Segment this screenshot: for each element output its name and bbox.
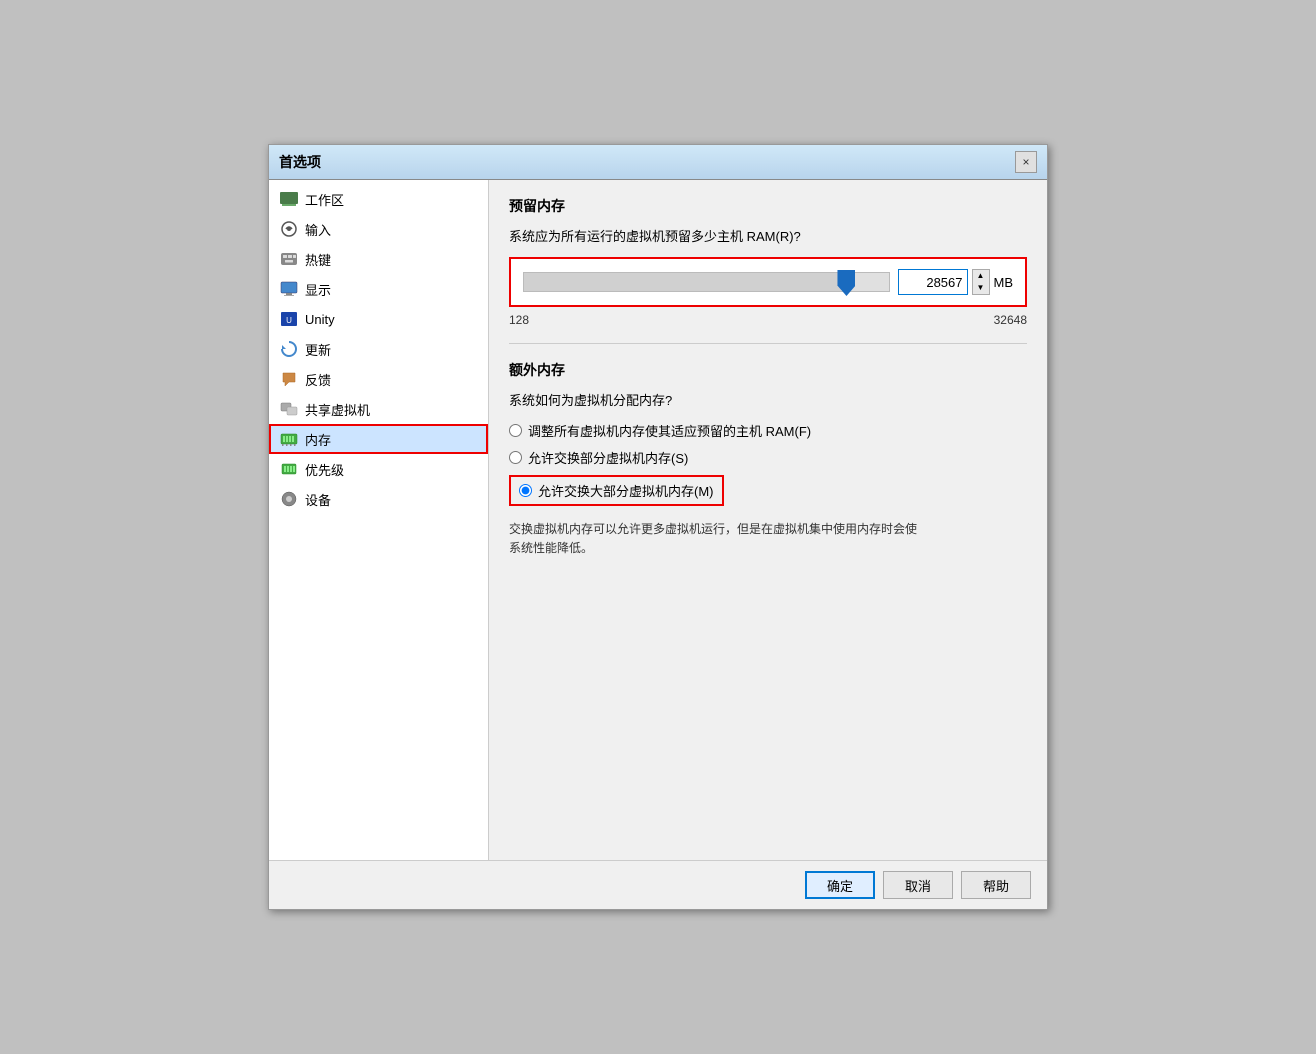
cancel-button[interactable]: 取消 xyxy=(883,871,953,899)
sidebar-item-display[interactable]: 显示 xyxy=(269,274,488,304)
device-icon xyxy=(279,489,299,509)
value-input-group: ▲ ▼ MB xyxy=(898,269,1014,295)
sidebar-item-hotkey-label: 热键 xyxy=(305,250,331,269)
unity-icon: U xyxy=(279,309,299,329)
priority-icon xyxy=(279,459,299,479)
sidebar-item-workspace-label: 工作区 xyxy=(305,190,344,209)
radio-option-1[interactable]: 调整所有虚拟机内存使其适应预留的主机 RAM(F) xyxy=(509,421,1027,440)
sidebar-item-workspace[interactable]: 工作区 xyxy=(269,184,488,214)
note-content: 交换虚拟机内存可以允许更多虚拟机运行，但是在虚拟机集中使用内存时会使系统性能降低… xyxy=(509,522,917,555)
hotkey-icon xyxy=(279,249,299,269)
slider-thumb xyxy=(837,270,855,296)
content-area: 预留内存 系统应为所有运行的虚拟机预留多少主机 RAM(R)? ▲ ▼ xyxy=(489,180,1047,860)
spin-down-button[interactable]: ▼ xyxy=(973,282,989,294)
radio-option-3[interactable]: 允许交换大部分虚拟机内存(M) xyxy=(509,475,724,506)
sidebar-item-unity[interactable]: U Unity xyxy=(269,304,488,334)
sidebar-item-memory-label: 内存 xyxy=(305,430,331,449)
sidebar-item-priority[interactable]: 优先级 xyxy=(269,454,488,484)
radio-label-2: 允许交换部分虚拟机内存(S) xyxy=(528,448,688,467)
title-bar: 首选项 × xyxy=(269,145,1047,180)
note-text: 交换虚拟机内存可以允许更多虚拟机运行，但是在虚拟机集中使用内存时会使系统性能降低… xyxy=(509,520,1027,558)
sidebar-item-feedback-label: 反馈 xyxy=(305,370,331,389)
display-icon xyxy=(279,279,299,299)
sidebar-item-hotkey[interactable]: 热键 xyxy=(269,244,488,274)
radio-label-1: 调整所有虚拟机内存使其适应预留的主机 RAM(F) xyxy=(528,421,811,440)
feedback-icon xyxy=(279,369,299,389)
radio-input-2[interactable] xyxy=(509,451,522,464)
footer: 确定 取消 帮助 xyxy=(269,860,1047,909)
section-divider xyxy=(509,343,1027,344)
memory-icon xyxy=(279,429,299,449)
ok-button[interactable]: 确定 xyxy=(805,871,875,899)
sidebar-item-device[interactable]: 设备 xyxy=(269,484,488,514)
spin-up-button[interactable]: ▲ xyxy=(973,270,989,282)
slider-row: ▲ ▼ MB xyxy=(523,269,1013,295)
sidebar-item-shared-vm-label: 共享虚拟机 xyxy=(305,400,370,419)
workspace-icon xyxy=(279,189,299,209)
slider-range-row: 128 32648 xyxy=(509,313,1027,327)
sidebar-item-shared-vm[interactable]: 共享虚拟机 xyxy=(269,394,488,424)
input-icon xyxy=(279,219,299,239)
section1-desc: 系统应为所有运行的虚拟机预留多少主机 RAM(R)? xyxy=(509,226,1027,245)
sidebar: 工作区 输入 热键 显示 xyxy=(269,180,489,860)
sidebar-item-update-label: 更新 xyxy=(305,340,331,359)
sidebar-item-input[interactable]: 输入 xyxy=(269,214,488,244)
dialog-body: 工作区 输入 热键 显示 xyxy=(269,180,1047,860)
radio-label-3: 允许交换大部分虚拟机内存(M) xyxy=(538,481,714,500)
sidebar-item-unity-label: Unity xyxy=(305,312,335,327)
sidebar-item-display-label: 显示 xyxy=(305,280,331,299)
section1-title: 预留内存 xyxy=(509,196,1027,216)
sidebar-item-device-label: 设备 xyxy=(305,490,331,509)
sidebar-item-memory[interactable]: 内存 xyxy=(269,424,488,454)
radio-input-1[interactable] xyxy=(509,424,522,437)
dialog-title: 首选项 xyxy=(279,152,321,172)
sidebar-item-update[interactable]: 更新 xyxy=(269,334,488,364)
update-icon xyxy=(279,339,299,359)
sidebar-item-feedback[interactable]: 反馈 xyxy=(269,364,488,394)
radio-input-3[interactable] xyxy=(519,484,532,497)
slider-max-label: 32648 xyxy=(994,313,1027,327)
preferences-dialog: 首选项 × 工作区 输入 xyxy=(268,144,1048,910)
slider-fill xyxy=(524,273,841,291)
section2-desc: 系统如何为虚拟机分配内存? xyxy=(509,390,1027,409)
slider-min-label: 128 xyxy=(509,313,529,327)
section2-title: 额外内存 xyxy=(509,360,1027,380)
help-button[interactable]: 帮助 xyxy=(961,871,1031,899)
sidebar-item-priority-label: 优先级 xyxy=(305,460,344,479)
radio-group: 调整所有虚拟机内存使其适应预留的主机 RAM(F) 允许交换部分虚拟机内存(S)… xyxy=(509,421,1027,506)
radio-option-2[interactable]: 允许交换部分虚拟机内存(S) xyxy=(509,448,1027,467)
sidebar-item-input-label: 输入 xyxy=(305,220,331,239)
memory-value-input[interactable] xyxy=(898,269,968,295)
unit-label: MB xyxy=(994,275,1014,290)
memory-slider-container: ▲ ▼ MB xyxy=(509,257,1027,307)
close-button[interactable]: × xyxy=(1015,151,1037,173)
spinner-buttons: ▲ ▼ xyxy=(972,269,990,295)
memory-slider[interactable] xyxy=(523,272,890,292)
shared-vm-icon xyxy=(279,399,299,419)
svg-text:U: U xyxy=(286,316,292,325)
